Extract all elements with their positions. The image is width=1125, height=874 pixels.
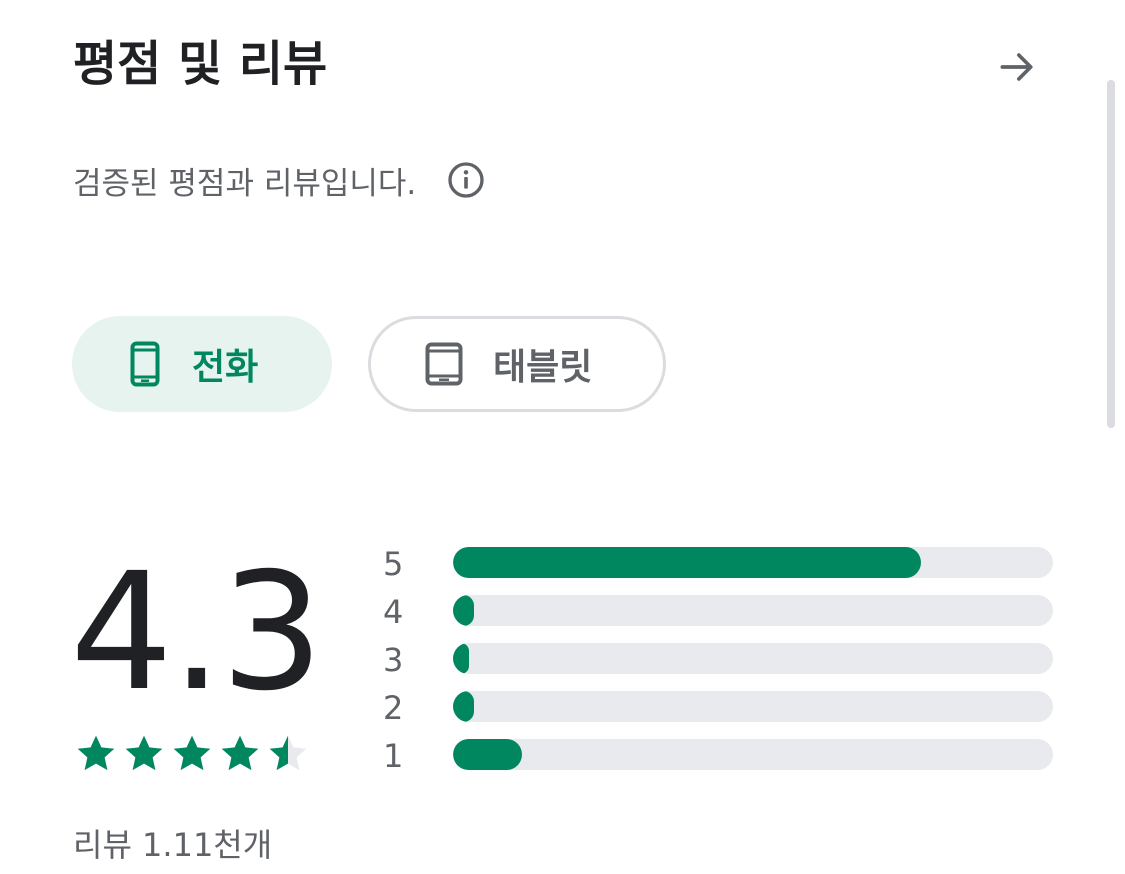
chip-phone[interactable]: 전화 xyxy=(72,316,332,412)
section-title: 평점 및 리뷰 xyxy=(73,36,328,92)
histogram-fill xyxy=(453,643,470,674)
rating-histogram: 5 4 3 2 1 xyxy=(383,540,1063,780)
histogram-track xyxy=(453,643,1053,674)
star-icon xyxy=(173,735,211,771)
star-icon xyxy=(77,735,115,771)
histogram-row: 1 xyxy=(383,732,1063,780)
star-rating xyxy=(74,731,310,775)
histogram-track xyxy=(453,547,1053,578)
histogram-row: 4 xyxy=(383,588,1063,636)
info-icon xyxy=(448,162,484,198)
histogram-label: 3 xyxy=(383,641,404,679)
scrollbar[interactable] xyxy=(1107,80,1115,428)
chip-tablet[interactable]: 태블릿 xyxy=(368,316,666,412)
chip-phone-label: 전화 xyxy=(192,347,259,388)
histogram-track xyxy=(453,595,1053,626)
average-rating: 4.3 xyxy=(70,539,324,727)
histogram-label: 2 xyxy=(383,689,404,727)
histogram-track xyxy=(453,739,1053,770)
histogram-label: 1 xyxy=(383,737,404,775)
histogram-row: 3 xyxy=(383,636,1063,684)
histogram-fill xyxy=(453,739,522,770)
star-icon xyxy=(125,735,163,771)
chip-tablet-label: 태블릿 xyxy=(493,347,593,388)
arrow-right-icon xyxy=(1000,53,1033,81)
star-icon xyxy=(221,735,259,771)
histogram-fill xyxy=(453,691,474,722)
phone-icon xyxy=(130,341,160,387)
histogram-label: 4 xyxy=(383,593,404,631)
histogram-row: 2 xyxy=(383,684,1063,732)
review-count: 리뷰 1.11천개 xyxy=(73,826,273,864)
see-all-button[interactable] xyxy=(988,38,1046,96)
half-star-icon xyxy=(269,735,307,771)
histogram-fill xyxy=(453,595,474,626)
histogram-track xyxy=(453,691,1053,722)
histogram-fill xyxy=(453,547,921,578)
tablet-icon xyxy=(425,342,463,386)
histogram-row: 5 xyxy=(383,540,1063,588)
subtitle-row: 검증된 평점과 리뷰입니다. xyxy=(73,158,486,202)
info-button[interactable] xyxy=(446,160,486,200)
histogram-label: 5 xyxy=(383,545,404,583)
verified-text: 검증된 평점과 리뷰입니다. xyxy=(73,165,417,202)
